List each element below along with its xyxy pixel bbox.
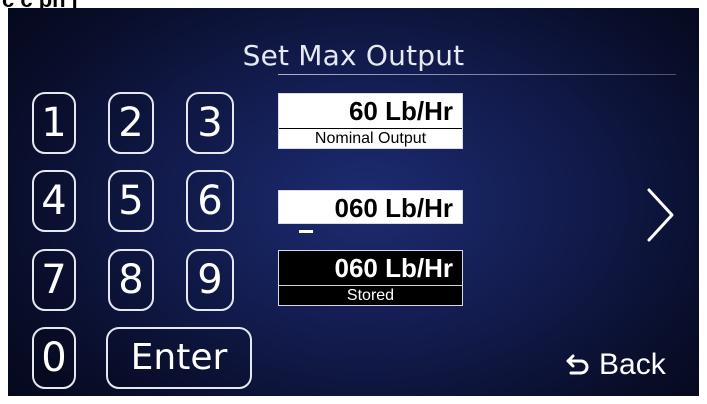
entry-value: 060 Lb/Hr: [334, 193, 454, 223]
hmi-screen: Set Max Output 1 2 3 4 5 6 7 8 9 0 Enter…: [8, 8, 699, 396]
back-label: Back: [599, 348, 666, 381]
back-button[interactable]: Back: [565, 348, 666, 382]
nominal-output-panel: 60 Lb/Hr Nominal Output: [278, 93, 463, 149]
entry-cursor: [299, 230, 313, 233]
stored-output-value: 060 Lb/Hr: [334, 253, 454, 283]
entry-field[interactable]: 060 Lb/Hr: [278, 190, 463, 224]
chevron-right-icon-graphic: [647, 188, 674, 242]
keypad-key-6[interactable]: 6: [186, 170, 234, 232]
stored-output-panel: 060 Lb/Hr Stored: [278, 250, 463, 306]
screen-title: Set Max Output: [242, 39, 465, 72]
nominal-output-caption: Nominal Output: [279, 128, 462, 148]
chevron-right-icon[interactable]: [644, 186, 676, 248]
keypad-key-8[interactable]: 8: [108, 249, 154, 311]
keypad-key-7[interactable]: 7: [32, 249, 76, 311]
keypad-key-2[interactable]: 2: [108, 92, 154, 154]
keypad-key-1[interactable]: 1: [32, 92, 76, 154]
keypad-key-9[interactable]: 9: [186, 249, 234, 311]
keypad-key-3[interactable]: 3: [186, 92, 234, 154]
stored-output-caption: Stored: [279, 285, 462, 305]
cropped-heading-fragment: c c pn j: [0, 0, 707, 8]
keypad-key-4[interactable]: 4: [32, 170, 76, 232]
title-divider: [278, 74, 676, 75]
nominal-output-value: 60 Lb/Hr: [348, 96, 453, 126]
enter-button[interactable]: Enter: [106, 327, 252, 389]
keypad-key-0[interactable]: 0: [32, 327, 76, 389]
keypad-key-5[interactable]: 5: [108, 170, 154, 232]
undo-arrow-icon: [566, 354, 589, 375]
